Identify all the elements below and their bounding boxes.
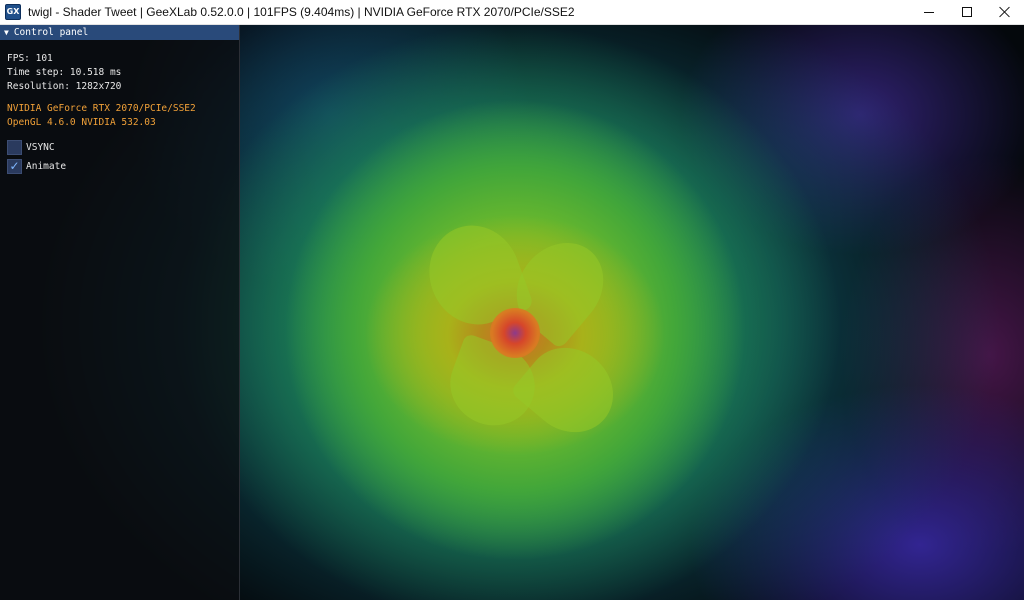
vsync-checkbox[interactable] [7, 139, 22, 155]
control-panel-body: FPS: 101 Time step: 10.518 ms Resolution… [0, 40, 239, 175]
app-icon[interactable]: GX [5, 4, 21, 20]
vsync-label: VSYNC [26, 141, 55, 153]
vsync-checkbox-row[interactable]: VSYNC [7, 138, 232, 156]
close-icon [999, 6, 1011, 18]
title-bar[interactable]: GX twigl - Shader Tweet | GeeXLab 0.52.0… [0, 0, 1024, 25]
minimize-icon [924, 11, 934, 13]
animate-label: Animate [26, 160, 67, 172]
maximize-button[interactable] [948, 0, 986, 25]
gpu-name: NVIDIA GeForce RTX 2070/PCIe/SSE2 [7, 103, 196, 114]
triangle-down-icon[interactable]: ▼ [4, 28, 9, 37]
maximize-icon [962, 7, 972, 17]
check-icon: ✓ [9, 159, 20, 173]
control-panel-header[interactable]: ▼ Control panel [0, 25, 239, 40]
control-panel[interactable]: ▼ Control panel FPS: 101 Time step: 10.5… [0, 25, 240, 600]
control-panel-title: Control panel [13, 27, 89, 38]
time-step-readout: Time step: 10.518 ms [7, 67, 122, 78]
app-icon-text: GX [6, 7, 20, 16]
opengl-version: OpenGL 4.6.0 NVIDIA 532.03 [7, 117, 156, 128]
animate-checkbox[interactable]: ✓ [7, 158, 22, 174]
animate-checkbox-row[interactable]: ✓ Animate [7, 157, 232, 175]
fractal-core [490, 308, 540, 358]
window-title: twigl - Shader Tweet | GeeXLab 0.52.0.0 … [28, 5, 575, 19]
fps-readout: FPS: 101 [7, 53, 53, 64]
resolution-readout: Resolution: 1282x720 [7, 81, 122, 92]
minimize-button[interactable] [910, 0, 948, 25]
close-button[interactable] [986, 0, 1024, 25]
